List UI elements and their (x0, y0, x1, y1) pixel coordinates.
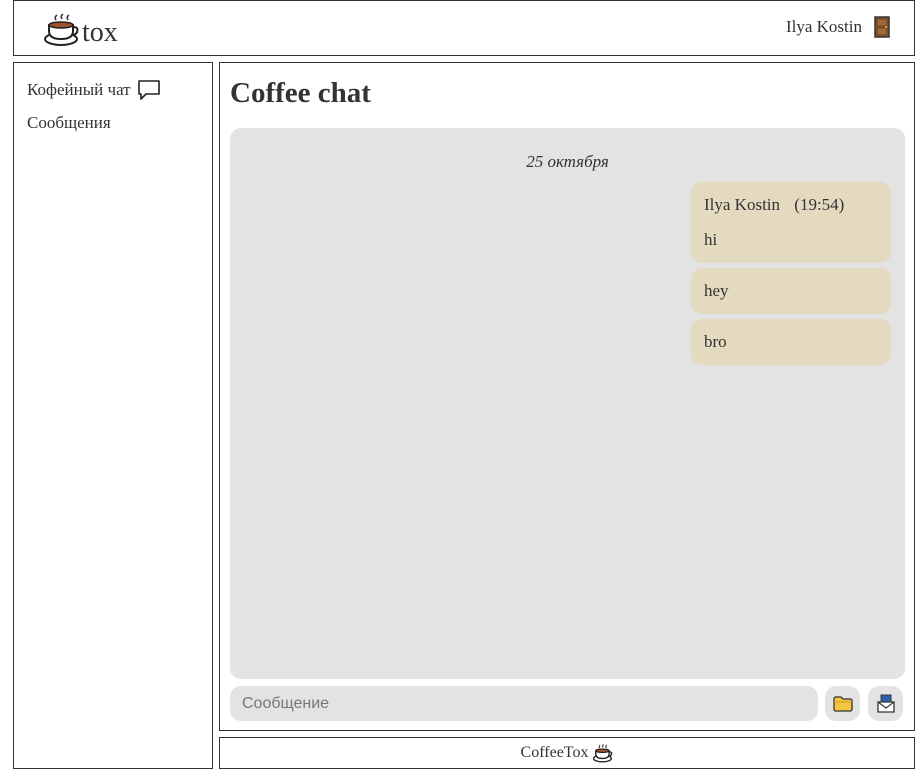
send-icon (876, 694, 896, 714)
message-bubble: Ilya Kostin (19:54) hi (691, 182, 891, 263)
coffee-cup-icon (593, 743, 613, 763)
coffee-cup-icon (44, 13, 80, 52)
folder-icon (832, 695, 853, 712)
message-text: hey (704, 281, 729, 300)
message-time: (19:54) (794, 195, 845, 214)
user-menu: Ilya Kostin (786, 16, 890, 38)
sidebar: Кофейный чат Сообщения (13, 62, 213, 769)
sidebar-item-messages[interactable]: Сообщения (27, 113, 111, 133)
sidebar-item-label: Сообщения (27, 113, 111, 132)
footer-text: CoffeeTox (520, 744, 589, 761)
message-author: Ilya Kostin (704, 195, 781, 214)
message-bubble: hey (691, 268, 891, 314)
page-title: Coffee chat (230, 77, 371, 109)
chat-area[interactable]: 25 октября Ilya Kostin (19:54) hi hey br… (230, 128, 905, 679)
message-text: hi (704, 230, 718, 249)
speech-bubble-icon (137, 79, 161, 101)
composer (230, 686, 905, 721)
message-input[interactable] (230, 686, 818, 721)
logo-text: tox (82, 16, 118, 48)
attach-button[interactable] (825, 686, 860, 721)
date-separator: 25 октября (526, 152, 609, 171)
sidebar-item-coffee-chat[interactable]: Кофейный чат (27, 79, 161, 101)
message-header: Ilya Kostin (19:54) (704, 195, 844, 215)
logo[interactable]: tox (44, 13, 118, 52)
header: tox Ilya Kostin (13, 0, 915, 56)
message-bubble: bro (691, 319, 891, 365)
main-panel: Coffee chat 25 октября Ilya Kostin (19:5… (219, 62, 915, 731)
footer: CoffeeTox (219, 737, 915, 769)
door-icon[interactable] (874, 16, 890, 38)
message-text: bro (704, 332, 727, 351)
sidebar-item-label: Кофейный чат (27, 80, 131, 99)
send-button[interactable] (868, 686, 903, 721)
user-name: Ilya Kostin (785, 17, 862, 36)
